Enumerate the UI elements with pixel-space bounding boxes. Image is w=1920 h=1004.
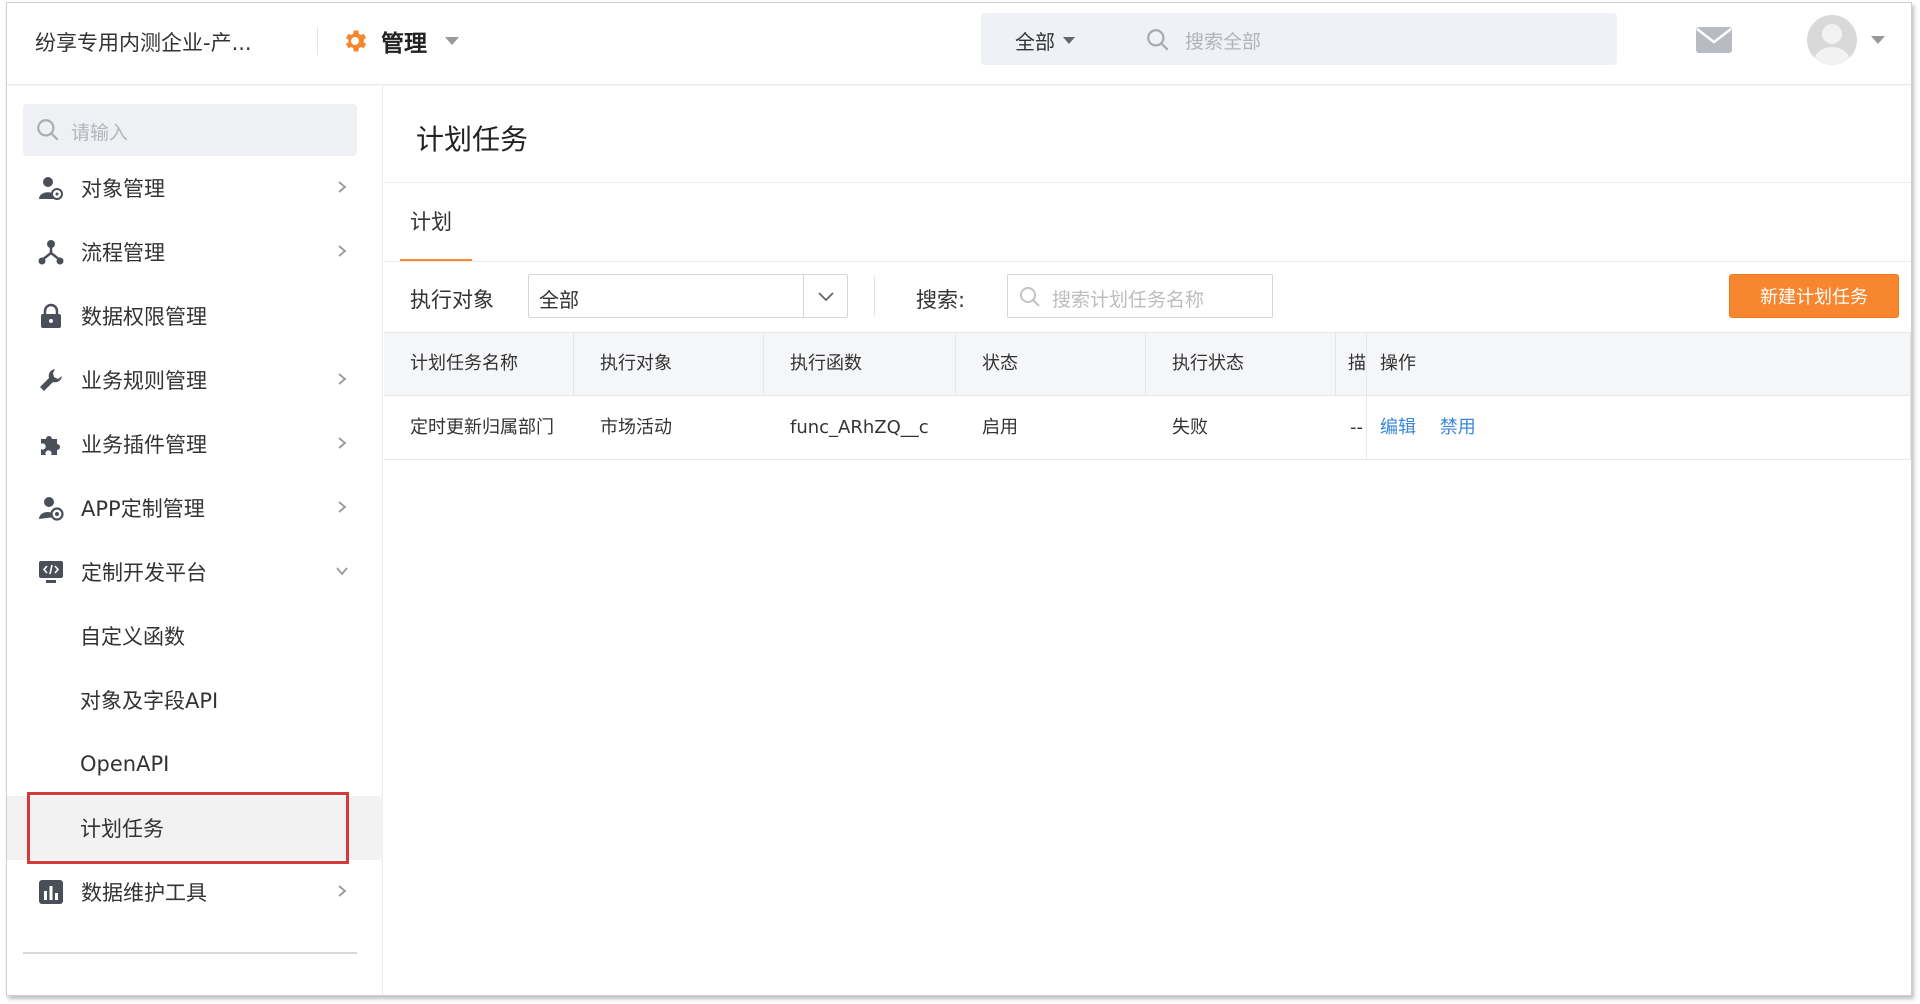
global-search[interactable]: 全部 搜索全部 (981, 13, 1617, 65)
sidebar-item-label: 数据维护工具 (81, 881, 207, 905)
column-header[interactable]: 计划任务名称 (384, 333, 574, 395)
sidebar-item-label: 业务规则管理 (81, 369, 207, 393)
sidebar-item-label: 对象管理 (81, 177, 165, 201)
sidebar-item-object-management[interactable]: 对象管理 (7, 156, 383, 220)
table-header: 计划任务名称 执行对象 执行函数 状态 执行状态 描 操作 (384, 332, 1911, 396)
target-filter-value: 全部 (539, 288, 579, 312)
column-header[interactable]: 执行对象 (574, 333, 764, 395)
sidebar-item-custom-dev-platform[interactable]: 定制开发平台 (7, 540, 383, 604)
column-header[interactable]: 状态 (956, 333, 1146, 395)
chevron-right-icon (338, 885, 347, 897)
description-cell: -- (1350, 417, 1363, 438)
sidebar-subitem-openapi[interactable]: OpenAPI (7, 732, 383, 796)
divider (23, 952, 357, 954)
status-cell: 启用 (982, 417, 1018, 438)
function-cell: func_ARhZQ__c (790, 417, 929, 438)
bar-chart-icon (37, 878, 65, 906)
chevron-right-icon (338, 245, 347, 257)
highlight-annotation (27, 792, 349, 864)
chevron-down-icon (1063, 37, 1075, 44)
search-icon (1020, 287, 1040, 307)
mail-icon[interactable] (1695, 25, 1733, 55)
sidebar-item-label: 业务插件管理 (81, 433, 207, 457)
column-header[interactable]: 执行状态 (1146, 333, 1336, 395)
app-window: 纷享专用内测企业-产... 管理 全部 搜索全部 请输入 对象管理 流程管理 数… (6, 2, 1912, 996)
chevron-down-icon[interactable] (1871, 36, 1885, 44)
sidebar-search[interactable]: 请输入 (23, 104, 357, 156)
table-scroll-edge (1910, 332, 1911, 460)
page-title: 计划任务 (416, 123, 529, 156)
divider (874, 276, 875, 316)
column-header: 操作 (1366, 333, 1910, 395)
chevron-down-icon (445, 37, 459, 45)
sidebar-subitem-scheduled-tasks[interactable]: 计划任务 (7, 792, 383, 864)
sidebar-subitem-object-field-api[interactable]: 对象及字段API (7, 668, 383, 732)
app-settings-icon (37, 494, 65, 522)
table-row: 定时更新归属部门 市场活动 func_ARhZQ__c 启用 失败 -- 编辑 … (384, 396, 1911, 460)
column-header[interactable]: 描 (1336, 333, 1368, 395)
target-filter-select[interactable]: 全部 (528, 274, 848, 318)
sidebar-subitem-custom-functions[interactable]: 自定义函数 (7, 604, 383, 668)
divider (317, 27, 318, 55)
scheduled-task-table: 计划任务名称 执行对象 执行函数 状态 执行状态 描 操作 定时更新归属部门 市… (384, 332, 1911, 460)
search-icon (1147, 29, 1169, 51)
target-cell: 市场活动 (600, 417, 672, 438)
divider (384, 182, 1911, 183)
search-scope-select[interactable]: 全部 (1015, 26, 1075, 55)
chevron-right-icon (338, 437, 347, 449)
chevron-down-icon (336, 567, 348, 576)
sidebar-subitem-label: 计划任务 (80, 817, 164, 841)
wrench-icon (37, 366, 65, 394)
chevron-right-icon (338, 373, 347, 385)
target-filter-label: 执行对象 (410, 288, 494, 312)
sidebar-item-business-rules[interactable]: 业务规则管理 (7, 348, 383, 412)
gear-icon (346, 30, 367, 52)
search-scope-label: 全部 (1015, 30, 1055, 54)
app-switcher[interactable]: 管理 (341, 21, 459, 61)
task-name-cell: 定时更新归属部门 (410, 417, 554, 438)
divider (384, 261, 1911, 262)
chevron-right-icon (338, 181, 347, 193)
user-object-icon (37, 174, 65, 202)
sidebar-item-label: 定制开发平台 (81, 561, 207, 585)
new-scheduled-task-button[interactable]: 新建计划任务 (1729, 274, 1899, 318)
top-bar: 纷享专用内测企业-产... 管理 全部 搜索全部 (7, 3, 1911, 85)
exec-status-cell: 失败 (1172, 417, 1208, 438)
sidebar-item-data-maintenance[interactable]: 数据维护工具 (7, 860, 383, 924)
search-label: 搜索: (916, 288, 966, 312)
disable-link[interactable]: 禁用 (1440, 417, 1476, 438)
edit-link[interactable]: 编辑 (1380, 417, 1416, 438)
sidebar-item-label: 数据权限管理 (81, 305, 207, 329)
chevron-right-icon (338, 501, 347, 513)
app-title: 管理 (381, 31, 427, 57)
search-icon (37, 119, 59, 141)
puzzle-icon (37, 430, 65, 458)
sidebar-item-label: APP定制管理 (81, 497, 205, 521)
avatar[interactable] (1807, 15, 1857, 65)
sidebar-item-flow-management[interactable]: 流程管理 (7, 220, 383, 284)
tab-plan[interactable]: 计划 (410, 206, 452, 236)
column-header[interactable]: 执行函数 (764, 333, 956, 395)
company-name[interactable]: 纷享专用内测企业-产... (35, 27, 252, 57)
chevron-down-icon (818, 292, 834, 302)
sidebar-search-input[interactable]: 请输入 (71, 118, 128, 145)
actions-cell: 编辑 禁用 (1366, 396, 1910, 459)
search-input[interactable]: 搜索全部 (1185, 27, 1261, 54)
flow-icon (37, 238, 65, 266)
lock-icon (37, 302, 65, 330)
sidebar-item-app-customization[interactable]: APP定制管理 (7, 476, 383, 540)
sidebar: 请输入 对象管理 流程管理 数据权限管理 业务规则管理 业务插件管理 APP定制… (7, 86, 383, 995)
sidebar-item-label: 流程管理 (81, 241, 165, 265)
main-content: 计划任务 计划 执行对象 全部 搜索: 搜索计划任务名称 新建计划任务 计划任务… (384, 86, 1911, 995)
select-toggle[interactable] (803, 275, 847, 317)
sidebar-item-data-permission[interactable]: 数据权限管理 (7, 284, 383, 348)
sidebar-menu: 对象管理 流程管理 数据权限管理 业务规则管理 业务插件管理 APP定制管理 定… (7, 156, 383, 924)
task-search-input[interactable]: 搜索计划任务名称 (1052, 285, 1204, 312)
task-search-field[interactable]: 搜索计划任务名称 (1007, 274, 1273, 318)
user-icon (1814, 24, 1850, 65)
code-monitor-icon (37, 558, 65, 586)
sidebar-item-business-plugins[interactable]: 业务插件管理 (7, 412, 383, 476)
